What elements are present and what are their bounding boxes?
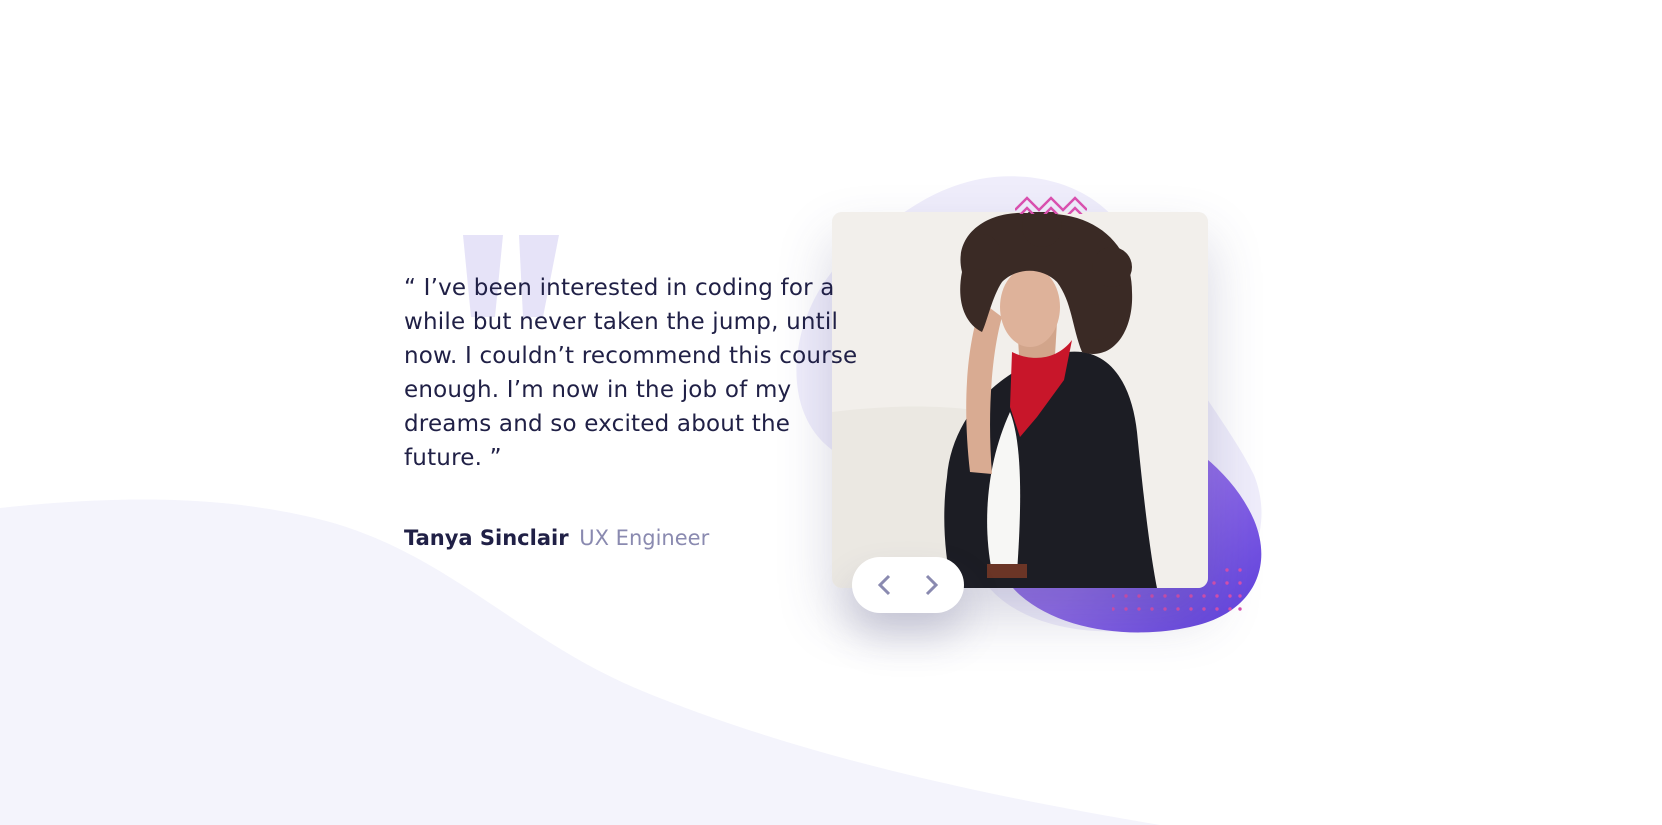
previous-button[interactable] — [864, 565, 904, 605]
testimonial-page: “ I’ve been interested in coding for a w… — [0, 0, 1662, 825]
chevron-left-icon — [877, 574, 891, 596]
testimonial-author: Tanya Sinclair UX Engineer — [404, 523, 709, 553]
author-photo — [832, 212, 1208, 588]
author-photo-image — [832, 212, 1208, 588]
slider-navigation — [852, 557, 964, 613]
zigzag-pattern-icon — [1015, 196, 1087, 214]
author-name: Tanya Sinclair — [404, 526, 569, 550]
author-role: UX Engineer — [579, 526, 710, 550]
next-button[interactable] — [912, 565, 952, 605]
testimonial-quote: “ I’ve been interested in coding for a w… — [404, 275, 858, 471]
chevron-right-icon — [925, 574, 939, 596]
